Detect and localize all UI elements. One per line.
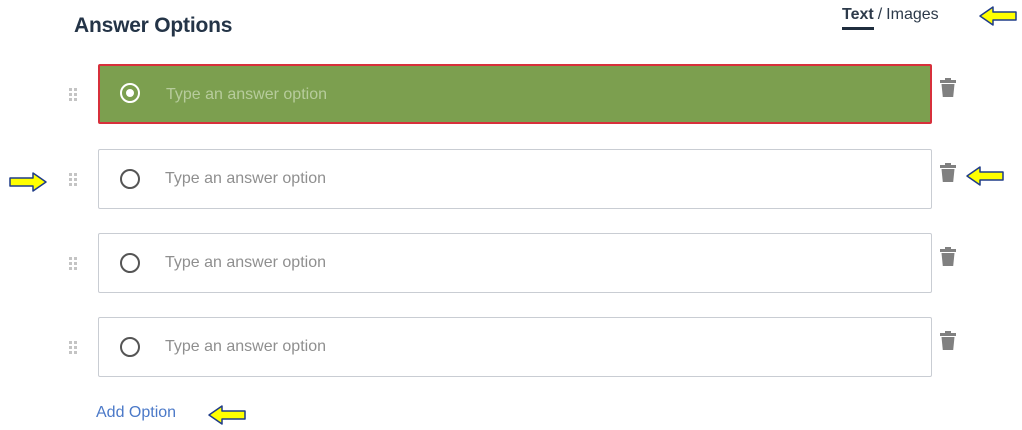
page-title: Answer Options bbox=[74, 14, 233, 37]
toggle-separator: / bbox=[877, 6, 883, 23]
trash-icon[interactable] bbox=[940, 78, 956, 98]
arrow-left-icon bbox=[965, 165, 1005, 187]
trash-icon[interactable] bbox=[940, 163, 956, 183]
radio-icon[interactable] bbox=[120, 253, 140, 273]
answer-option-box bbox=[98, 149, 932, 209]
radio-icon[interactable] bbox=[120, 169, 140, 189]
radio-selected-icon[interactable] bbox=[120, 83, 140, 103]
answer-option-box bbox=[98, 64, 932, 124]
arrow-left-icon bbox=[207, 404, 247, 426]
text-images-toggle: Text / Images bbox=[842, 6, 939, 24]
arrow-right-icon bbox=[8, 171, 48, 193]
arrow-left-icon bbox=[978, 5, 1018, 27]
answer-option-row bbox=[64, 233, 984, 295]
drag-handle-icon[interactable] bbox=[69, 88, 79, 102]
answer-option-input[interactable] bbox=[165, 165, 865, 193]
drag-handle-icon[interactable] bbox=[69, 173, 79, 187]
drag-handle-icon[interactable] bbox=[69, 257, 79, 271]
trash-icon[interactable] bbox=[940, 247, 956, 267]
toggle-text-option[interactable]: Text bbox=[842, 6, 874, 23]
answer-option-row bbox=[64, 149, 984, 211]
trash-icon[interactable] bbox=[940, 331, 956, 351]
answer-option-row bbox=[64, 317, 984, 379]
answer-option-input[interactable] bbox=[165, 249, 865, 277]
drag-handle-icon[interactable] bbox=[69, 341, 79, 355]
toggle-images-option[interactable]: Images bbox=[886, 6, 938, 23]
answer-option-input[interactable] bbox=[165, 333, 865, 361]
answer-option-input[interactable] bbox=[166, 81, 866, 109]
add-option-link[interactable]: Add Option bbox=[96, 404, 176, 422]
answer-option-box bbox=[98, 233, 932, 293]
radio-icon[interactable] bbox=[120, 337, 140, 357]
answer-option-row bbox=[64, 64, 984, 126]
answer-option-box bbox=[98, 317, 932, 377]
